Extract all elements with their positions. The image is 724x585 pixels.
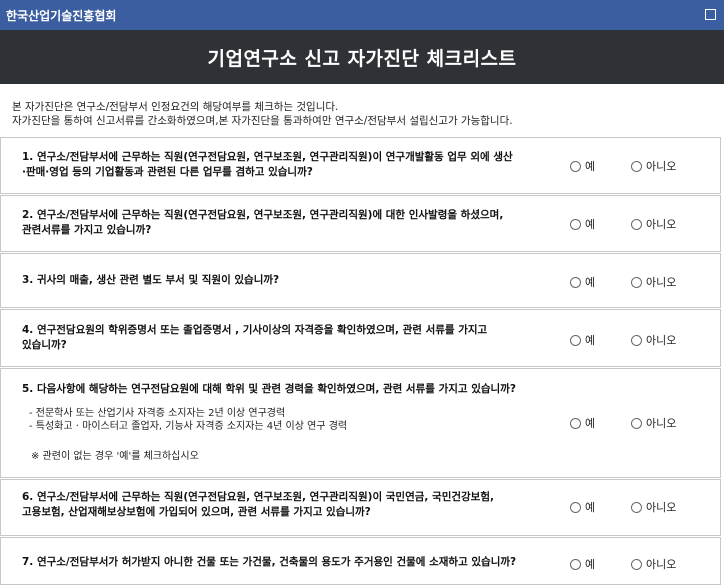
page-title-banner: 기업연구소 신고 자가진단 체크리스트 bbox=[0, 30, 724, 84]
question-5-note: ※ 관련이 없는 경우 '예'를 체크하십시오 bbox=[31, 451, 199, 462]
question-2: 2. 연구소/전담부서에 근무하는 직원(연구전담요원, 연구보조원, 연구관리… bbox=[0, 195, 721, 252]
radio-circle-icon[interactable] bbox=[570, 501, 581, 513]
question-2-no-radio[interactable]: 아니오 bbox=[631, 216, 676, 232]
radio-circle-icon[interactable] bbox=[570, 160, 581, 172]
radio-circle-icon[interactable] bbox=[570, 558, 581, 570]
question-4-line-2: 있습니까? bbox=[22, 339, 67, 351]
question-4: 4. 연구전담요원의 학위증명서 또는 졸업증명서 , 기사이상의 자격증을 확… bbox=[0, 309, 721, 367]
question-5-condition-1: - 전문학사 또는 산업기사 자격증 소지자는 2년 이상 연구경력 bbox=[29, 408, 286, 419]
question-1: 1. 연구소/전담부서에 근무하는 직원(연구전담요원, 연구보조원, 연구관리… bbox=[0, 137, 721, 194]
question-4-line-1: 4. 연구전담요원의 학위증명서 또는 졸업증명서 , 기사이상의 자격증을 확… bbox=[22, 324, 488, 336]
question-6-line-2: 고용보험, 산업재해보상보험에 가입되어 있으며, 관련 서류를 가지고 있습니… bbox=[22, 506, 371, 518]
question-2-yes-radio[interactable]: 예 bbox=[570, 216, 595, 232]
radio-circle-icon[interactable] bbox=[570, 417, 581, 429]
maximize-icon[interactable] bbox=[705, 9, 716, 20]
yes-label: 예 bbox=[585, 334, 596, 347]
question-5-line-1: 5. 다음사항에 해당하는 연구전담요원에 대해 학위 및 관련 경력을 확인하… bbox=[22, 383, 516, 395]
question-7-text: 7. 연구소/전담부서가 허가받지 아니한 건물 또는 가건물, 건축물의 용도… bbox=[22, 555, 516, 570]
question-1-no-radio[interactable]: 아니오 bbox=[631, 158, 676, 174]
question-5-no-radio[interactable]: 아니오 bbox=[631, 415, 676, 431]
page-title: 기업연구소 신고 자가진단 체크리스트 bbox=[207, 47, 517, 70]
no-label: 아니오 bbox=[646, 417, 677, 430]
no-label: 아니오 bbox=[646, 276, 677, 289]
radio-circle-icon[interactable] bbox=[631, 276, 642, 288]
question-6: 6. 연구소/전담부서에 근무하는 직원(연구전담요원, 연구보조원, 연구관리… bbox=[0, 479, 721, 536]
no-label: 아니오 bbox=[646, 218, 677, 231]
question-5-conditions: - 전문학사 또는 산업기사 자격증 소지자는 2년 이상 연구경력 - 특성화… bbox=[29, 407, 347, 433]
question-7-line-1: 7. 연구소/전담부서가 허가받지 아니한 건물 또는 가건물, 건축물의 용도… bbox=[22, 556, 517, 568]
question-3-no-radio[interactable]: 아니오 bbox=[631, 274, 676, 290]
yes-label: 예 bbox=[585, 417, 596, 430]
question-2-line-1: 2. 연구소/전담부서에 근무하는 직원(연구전담요원, 연구보조원, 연구관리… bbox=[22, 209, 504, 221]
question-5-yes-radio[interactable]: 예 bbox=[570, 415, 595, 431]
question-1-line-1: 1. 연구소/전담부서에 근무하는 직원(연구전담요원, 연구보조원, 연구관리… bbox=[22, 151, 513, 163]
question-6-line-1: 6. 연구소/전담부서에 근무하는 직원(연구전담요원, 연구보조원, 연구관리… bbox=[22, 491, 494, 503]
radio-circle-icon[interactable] bbox=[631, 218, 642, 230]
radio-circle-icon[interactable] bbox=[570, 334, 581, 346]
radio-circle-icon[interactable] bbox=[570, 218, 581, 230]
no-label: 아니오 bbox=[646, 501, 677, 514]
question-7-yes-radio[interactable]: 예 bbox=[570, 556, 595, 572]
question-3: 3. 귀사의 매출, 생산 관련 별도 부서 및 직원이 있습니까? 예 아니오 bbox=[0, 253, 721, 308]
intro-line-2: 자가진단을 통하여 신고서류를 간소화하였으며,본 자가진단을 통과하여만 연구… bbox=[12, 115, 513, 127]
question-6-yes-radio[interactable]: 예 bbox=[570, 499, 595, 515]
intro-line-1: 본 자가진단은 연구소/전담부서 인정요건의 해당여부를 체크하는 것입니다. bbox=[12, 101, 339, 113]
yes-label: 예 bbox=[585, 276, 596, 289]
intro-text: 본 자가진단은 연구소/전담부서 인정요건의 해당여부를 체크하는 것입니다. … bbox=[12, 100, 712, 128]
radio-circle-icon[interactable] bbox=[570, 276, 581, 288]
yes-label: 예 bbox=[585, 558, 596, 571]
question-3-line-1: 3. 귀사의 매출, 생산 관련 별도 부서 및 직원이 있습니까? bbox=[22, 274, 280, 286]
question-4-text: 4. 연구전담요원의 학위증명서 또는 졸업증명서 , 기사이상의 자격증을 확… bbox=[22, 323, 487, 353]
yes-label: 예 bbox=[585, 160, 596, 173]
question-7-no-radio[interactable]: 아니오 bbox=[631, 556, 676, 572]
radio-circle-icon[interactable] bbox=[631, 417, 642, 429]
window-title: 한국산업기술진흥협회 bbox=[6, 8, 117, 23]
radio-circle-icon[interactable] bbox=[631, 558, 642, 570]
question-3-text: 3. 귀사의 매출, 생산 관련 별도 부서 및 직원이 있습니까? bbox=[22, 273, 279, 288]
radio-circle-icon[interactable] bbox=[631, 160, 642, 172]
question-2-text: 2. 연구소/전담부서에 근무하는 직원(연구전담요원, 연구보조원, 연구관리… bbox=[22, 208, 503, 238]
question-1-text: 1. 연구소/전담부서에 근무하는 직원(연구전담요원, 연구보조원, 연구관리… bbox=[22, 150, 513, 180]
no-label: 아니오 bbox=[646, 160, 677, 173]
question-6-no-radio[interactable]: 아니오 bbox=[631, 499, 676, 515]
yes-label: 예 bbox=[585, 218, 596, 231]
radio-circle-icon[interactable] bbox=[631, 334, 642, 346]
question-1-line-2: ·판매·영업 등의 기업활동과 관련된 다른 업무를 겸하고 있습니까? bbox=[22, 166, 313, 178]
question-5: 5. 다음사항에 해당하는 연구전담요원에 대해 학위 및 관련 경력을 확인하… bbox=[0, 368, 721, 478]
question-4-no-radio[interactable]: 아니오 bbox=[631, 332, 676, 348]
question-3-yes-radio[interactable]: 예 bbox=[570, 274, 595, 290]
question-2-line-2: 관련서류를 가지고 있습니까? bbox=[22, 224, 152, 236]
question-5-condition-2: - 특성화고 · 마이스터고 졸업자, 기능사 자격증 소지자는 4년 이상 연… bbox=[29, 421, 348, 432]
question-6-text: 6. 연구소/전담부서에 근무하는 직원(연구전담요원, 연구보조원, 연구관리… bbox=[22, 490, 494, 520]
window-titlebar: 한국산업기술진흥협회 bbox=[0, 0, 724, 30]
question-4-yes-radio[interactable]: 예 bbox=[570, 332, 595, 348]
no-label: 아니오 bbox=[646, 558, 677, 571]
question-7: 7. 연구소/전담부서가 허가받지 아니한 건물 또는 가건물, 건축물의 용도… bbox=[0, 537, 721, 585]
radio-circle-icon[interactable] bbox=[631, 501, 642, 513]
question-5-text: 5. 다음사항에 해당하는 연구전담요원에 대해 학위 및 관련 경력을 확인하… bbox=[22, 382, 516, 397]
no-label: 아니오 bbox=[646, 334, 677, 347]
yes-label: 예 bbox=[585, 501, 596, 514]
question-1-yes-radio[interactable]: 예 bbox=[570, 158, 595, 174]
